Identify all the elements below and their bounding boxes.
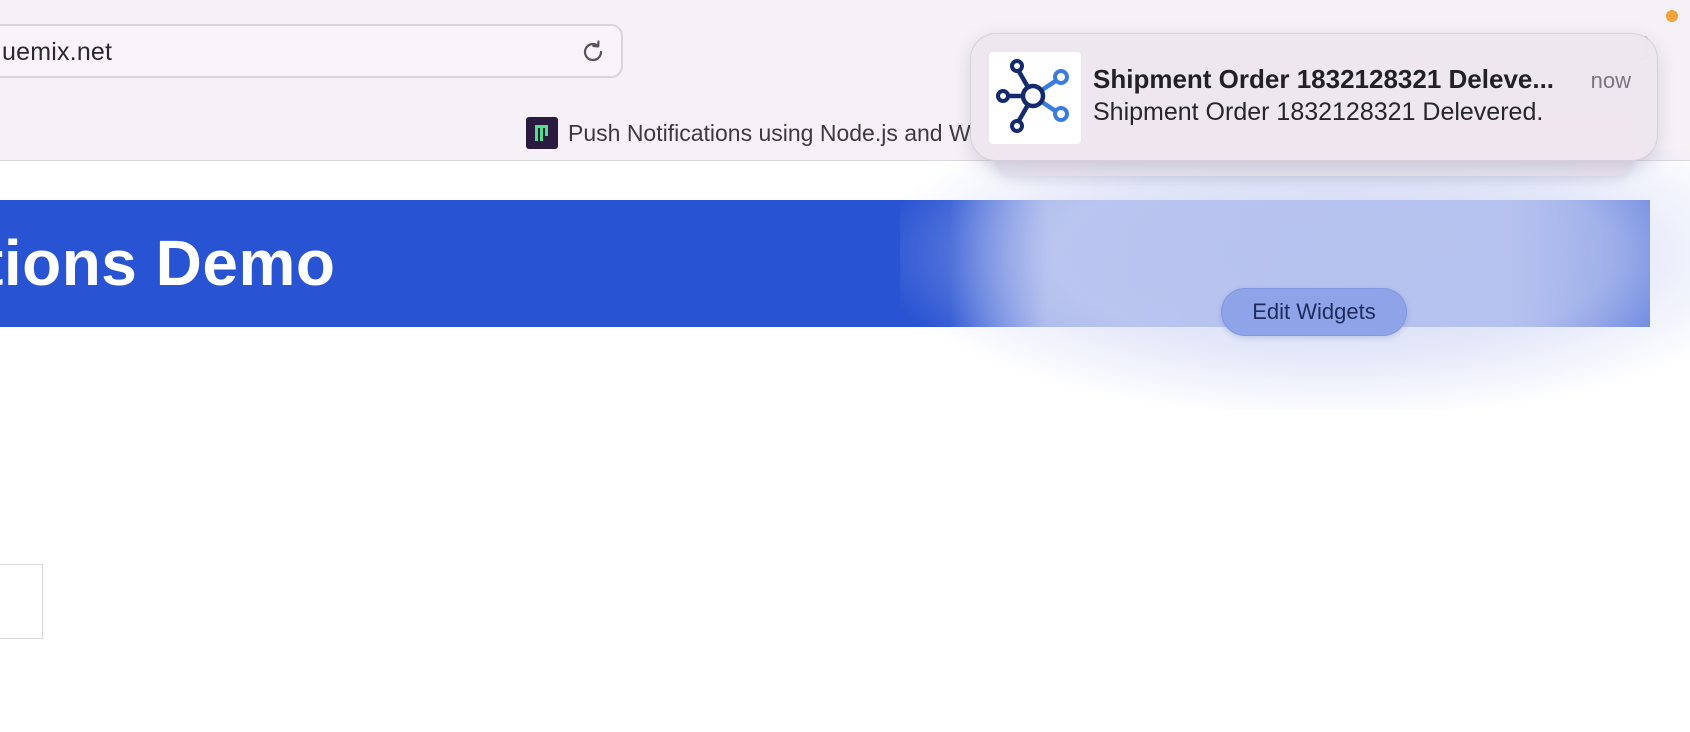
bookmark-item[interactable]: Push Notifications using Node.js and W [526, 116, 971, 150]
notification-title: Shipment Order 1832128321 Deleve... [1093, 64, 1555, 94]
bookmark-label: Push Notifications using Node.js and W [568, 119, 971, 146]
status-dot-icon [1666, 10, 1678, 22]
address-text[interactable]: uemix.net [2, 38, 112, 67]
reload-icon[interactable] [579, 38, 607, 66]
network-hub-icon [989, 52, 1081, 144]
edit-widgets-button[interactable]: Edit Widgets [1221, 288, 1407, 336]
notification-time: now [1590, 68, 1631, 93]
bookmark-favicon-icon [526, 117, 558, 149]
notification-body: Shipment Order 1832128321 Delevered. [1093, 98, 1544, 126]
screen: uemix.net Push Notifications using Node.… [0, 0, 1690, 732]
input-box[interactable] [0, 564, 43, 639]
address-bar[interactable]: uemix.net [0, 24, 623, 78]
notification-banner[interactable]: Shipment Order 1832128321 Deleve... now … [970, 33, 1658, 161]
page-title: tions Demo [0, 227, 336, 299]
